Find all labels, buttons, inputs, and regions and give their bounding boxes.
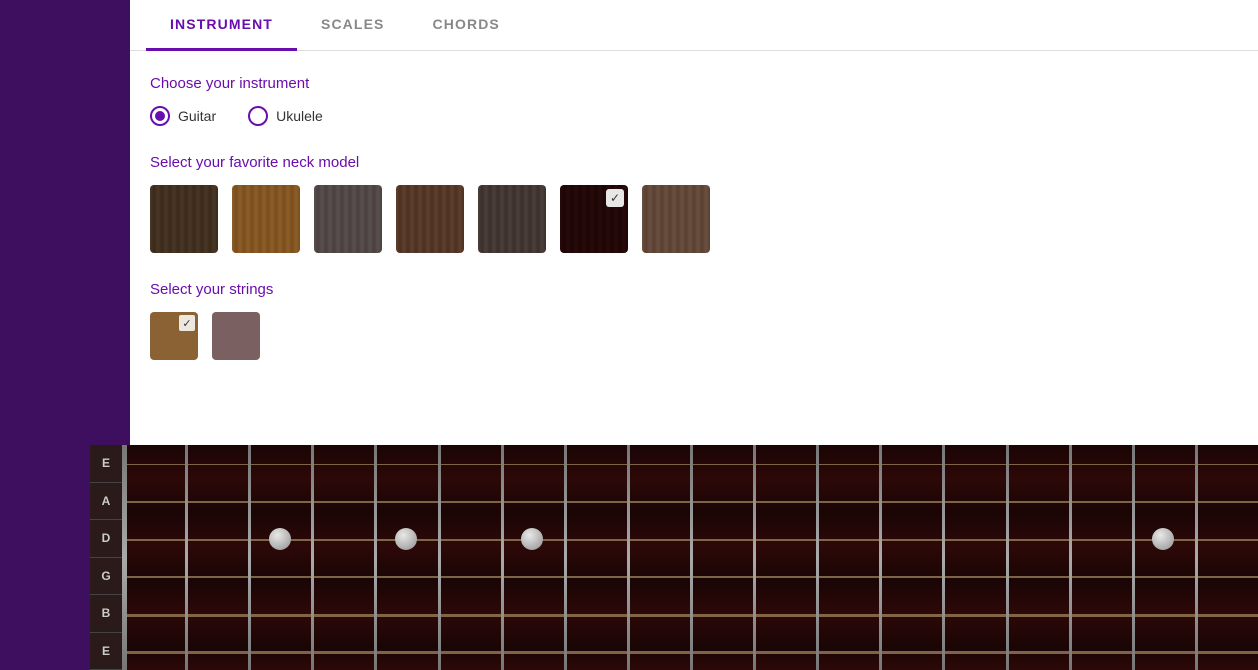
- string-label-d: D: [90, 520, 122, 558]
- fret-line: [627, 445, 630, 670]
- neck-swatch-7[interactable]: [642, 185, 710, 253]
- guitar-radio[interactable]: [150, 106, 170, 126]
- tab-scales[interactable]: SCALES: [297, 0, 409, 51]
- string-swatches-group: ✓: [150, 312, 1238, 360]
- string-label-g: G: [90, 558, 122, 596]
- tab-instrument[interactable]: INSTRUMENT: [146, 0, 297, 51]
- fret-line: [438, 445, 441, 670]
- fret-dot: [269, 528, 291, 550]
- fret-line: [564, 445, 567, 670]
- fret-line: [690, 445, 693, 670]
- main-panel: INSTRUMENT SCALES CHORDS Choose your ins…: [130, 0, 1258, 445]
- fret-dot: [521, 528, 543, 550]
- fret-line: [311, 445, 314, 670]
- string-swatch-1[interactable]: ✓: [150, 312, 198, 360]
- neck-swatch-2[interactable]: [232, 185, 300, 253]
- string-label-b: B: [90, 595, 122, 633]
- fretboard-container: E A D G B E: [90, 445, 1258, 670]
- fret-line: [1006, 445, 1009, 670]
- neck-models-group: ✓: [150, 185, 1238, 253]
- tab-bar: INSTRUMENT SCALES CHORDS: [130, 0, 1258, 51]
- fret-line: [879, 445, 882, 670]
- fret-line: [374, 445, 377, 670]
- neck-swatch-4[interactable]: [396, 185, 464, 253]
- ukulele-option[interactable]: Ukulele: [248, 106, 323, 126]
- fret-line: [753, 445, 756, 670]
- neck-swatch-3[interactable]: [314, 185, 382, 253]
- string-label-e-low: E: [90, 633, 122, 670]
- fret-line: [942, 445, 945, 670]
- fretboard: [122, 445, 1258, 670]
- string-label-a: A: [90, 483, 122, 521]
- fret-line: [816, 445, 819, 670]
- tab-chords[interactable]: CHORDS: [409, 0, 524, 51]
- fret-dot: [395, 528, 417, 550]
- neck-swatch-1[interactable]: [150, 185, 218, 253]
- content-area: Choose your instrument Guitar Ukulele Se…: [130, 51, 1258, 384]
- string-labels: E A D G B E: [90, 445, 122, 670]
- choose-instrument-label: Choose your instrument: [150, 75, 1238, 92]
- guitar-label: Guitar: [178, 108, 216, 124]
- neck-swatch-6[interactable]: ✓: [560, 185, 628, 253]
- strings-label: Select your strings: [150, 281, 1238, 298]
- ukulele-radio[interactable]: [248, 106, 268, 126]
- string-label-e-high: E: [90, 445, 122, 483]
- fret-line: [1132, 445, 1135, 670]
- instrument-radio-group: Guitar Ukulele: [150, 106, 1238, 126]
- fret-line: [501, 445, 504, 670]
- neck-model-label: Select your favorite neck model: [150, 154, 1238, 171]
- fret-line: [122, 445, 127, 670]
- string-swatch-2[interactable]: [212, 312, 260, 360]
- fret-dot: [1152, 528, 1174, 550]
- fret-line: [248, 445, 251, 670]
- fret-line: [1069, 445, 1072, 670]
- neck-swatch-6-checkmark: ✓: [606, 189, 624, 207]
- neck-swatch-5[interactable]: [478, 185, 546, 253]
- string-swatch-1-checkmark: ✓: [179, 315, 195, 331]
- guitar-option[interactable]: Guitar: [150, 106, 216, 126]
- ukulele-label: Ukulele: [276, 108, 323, 124]
- fret-line: [185, 445, 188, 670]
- fret-line: [1195, 445, 1198, 670]
